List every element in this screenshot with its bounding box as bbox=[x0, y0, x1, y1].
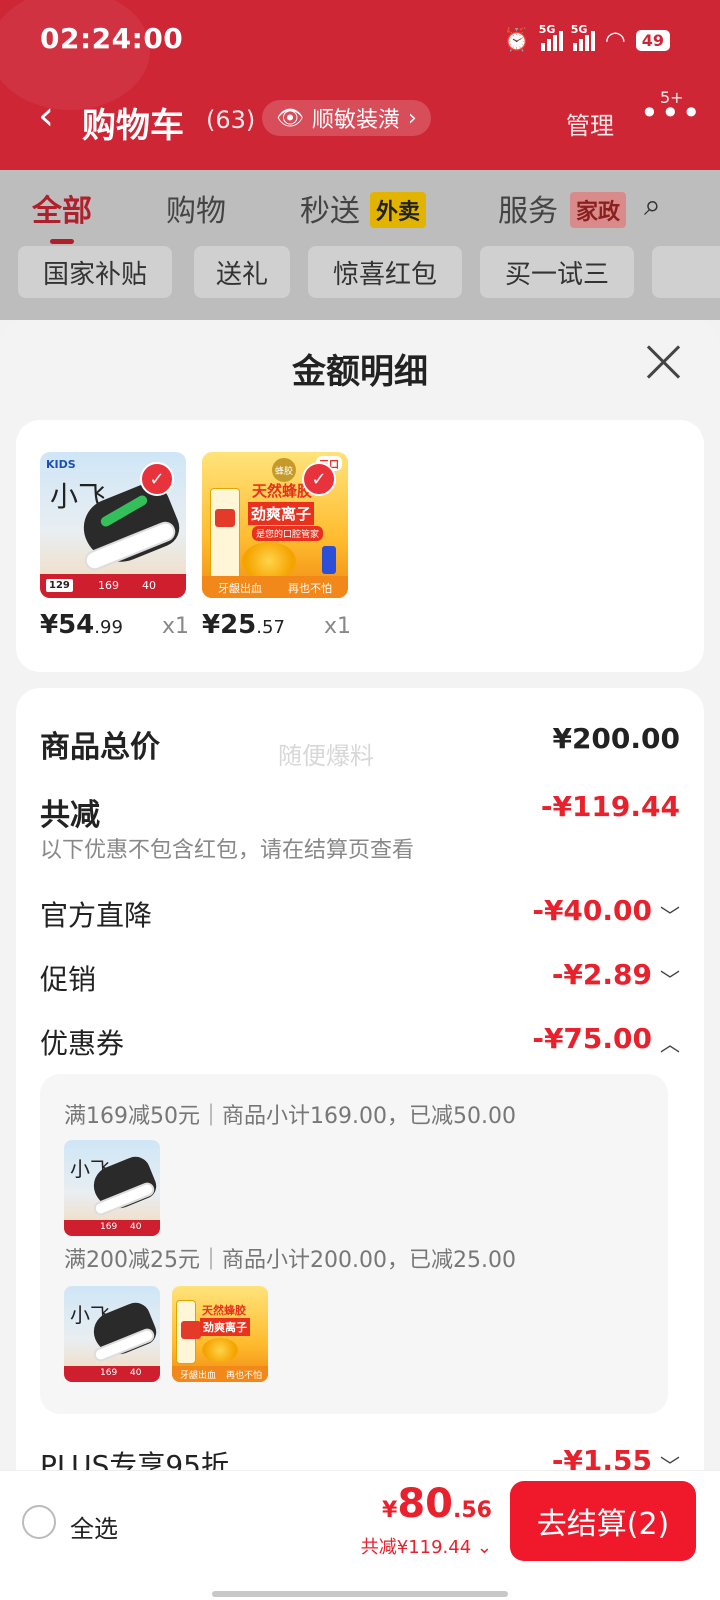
address-pill[interactable]: 👁 顺敏装潢 › bbox=[262, 100, 431, 136]
product-price-row: ¥54.99 x1 bbox=[40, 610, 210, 650]
chevron-down-icon: ﹀ bbox=[660, 968, 680, 992]
promo-line-2: 劲爽离子 bbox=[248, 502, 315, 525]
coupon-label: 优惠券 bbox=[40, 1027, 125, 1060]
select-all-label[interactable]: 全选 bbox=[70, 1509, 118, 1544]
promotion-row[interactable]: 促销 -¥2.89 ﹀ bbox=[40, 958, 680, 1002]
status-time: 02:24:00 bbox=[40, 22, 184, 55]
coupon-product-thumb: 天然蜂胶 劲爽离子 牙龈出血 再也不怕 bbox=[172, 1286, 268, 1382]
product-item[interactable]: 天然蜂胶 劲爽离子 是您的口腔管家 蜂胶 三口 牙龈出血 再也不怕 ✓ ¥25.… bbox=[202, 452, 351, 640]
tab-express[interactable]: 秒送 bbox=[300, 186, 360, 230]
product-qty: x1 bbox=[324, 614, 352, 639]
sheet-title: 金额明细 bbox=[292, 352, 428, 392]
coupon-detail-box: 满169减50元｜商品小计169.00，已减50.00 小飞 169 40 满20… bbox=[40, 1074, 668, 1414]
nav-bar: ‹ 购物车 (63) 👁 顺敏装潢 › 管理 ••• 5+ bbox=[0, 88, 720, 150]
product-price-row: ¥25.57 x1 bbox=[202, 610, 372, 650]
total-value: ¥200.00 bbox=[552, 722, 680, 755]
home-indicator bbox=[212, 1591, 508, 1597]
official-discount-label: 官方直降 bbox=[40, 899, 153, 932]
tab-shopping[interactable]: 购物 bbox=[166, 186, 226, 230]
checkout-bar: 全选 ¥80.56 共减¥119.44 ⌄ 去结算(2) bbox=[0, 1470, 720, 1600]
check-icon: ✓ bbox=[140, 462, 174, 496]
tab-row: 全部 购物 秒送 外卖 服务 家政 ⌕ bbox=[0, 186, 720, 244]
promotion-label: 促销 bbox=[40, 963, 97, 996]
tab-tag-takeout: 外卖 bbox=[370, 192, 427, 228]
discount-row: 共减 -¥119.44 bbox=[40, 790, 680, 834]
eye-icon: 👁 bbox=[276, 105, 304, 131]
address-label: 顺敏装潢 bbox=[311, 108, 400, 133]
saved-amount[interactable]: 共减¥119.44 ⌄ bbox=[361, 1533, 492, 1559]
header: 02:24:00 ⏰ 5G 5G ◠ 49 ‹ 购物车 (63) 👁 顺敏装潢 … bbox=[0, 0, 720, 170]
total-label: 商品总价 bbox=[40, 730, 160, 765]
chip-gift[interactable]: 送礼 bbox=[194, 246, 290, 298]
signal-icon-2: 5G bbox=[571, 23, 595, 51]
product-price: ¥25.57 bbox=[202, 610, 285, 640]
close-icon[interactable] bbox=[644, 342, 684, 382]
search-icon[interactable]: ⌕ bbox=[644, 188, 661, 223]
back-icon[interactable]: ‹ bbox=[38, 96, 54, 136]
official-discount-row[interactable]: 官方直降 -¥40.00 ﹀ bbox=[40, 894, 680, 938]
price-detail-card: 随便爆料 商品总价 ¥200.00 共减 -¥119.44 以下优惠不包含红包，… bbox=[16, 688, 704, 1600]
promo-strip: 牙龈出血 再也不怕 bbox=[202, 576, 348, 598]
chip-subsidy[interactable]: 国家补贴 bbox=[18, 246, 172, 298]
coupon-line: 满200减25元｜商品小计200.00，已减25.00 bbox=[64, 1248, 516, 1273]
signal-icon: 5G bbox=[539, 23, 563, 51]
battery-indicator: 49 bbox=[635, 29, 670, 51]
chevron-up-icon: ︿ bbox=[660, 1032, 680, 1056]
total-row: 商品总价 ¥200.00 bbox=[40, 722, 680, 766]
brand-logo: KIDS bbox=[46, 458, 76, 471]
discount-note: 以下优惠不包含红包，请在结算页查看 bbox=[40, 838, 415, 863]
total-price: ¥80.56 bbox=[382, 1481, 492, 1527]
product-card: KIDS 小飞 169 40 129 ✓ ¥54.99 x1 天然蜂胶 劲爽离子… bbox=[16, 420, 704, 672]
tube-shape bbox=[210, 488, 240, 584]
product-qty: x1 bbox=[162, 614, 190, 639]
coupon-product-thumb: 小飞 169 40 bbox=[64, 1286, 160, 1382]
coupon-row[interactable]: 优惠券 -¥75.00 ︿ bbox=[40, 1022, 680, 1066]
cart-count: (63) bbox=[206, 106, 256, 134]
discount-label: 共减 bbox=[40, 798, 100, 833]
tab-service[interactable]: 服务 bbox=[498, 186, 558, 230]
wifi-icon: ◠ bbox=[604, 26, 626, 54]
shoe-thumbnail: KIDS 小飞 169 40 129 ✓ bbox=[40, 452, 186, 598]
promo-line-3: 是您的口腔管家 bbox=[252, 526, 324, 541]
tab-area: 全部 购物 秒送 外卖 服务 家政 ⌕ 国家补贴 送礼 惊喜红包 买一试三 bbox=[0, 170, 720, 320]
chip-more[interactable] bbox=[652, 246, 720, 298]
filter-chips: 国家补贴 送礼 惊喜红包 买一试三 bbox=[18, 246, 720, 298]
status-bar: 02:24:00 ⏰ 5G 5G ◠ 49 bbox=[0, 0, 720, 80]
chevron-down-icon: ﹀ bbox=[660, 904, 680, 928]
tab-tag-housekeeping: 家政 bbox=[570, 192, 627, 228]
alarm-icon: ⏰ bbox=[503, 27, 531, 53]
checkout-button[interactable]: 去结算(2) bbox=[510, 1481, 696, 1561]
stamp-badge: 蜂胶 bbox=[272, 458, 296, 482]
chip-red-packet[interactable]: 惊喜红包 bbox=[308, 246, 462, 298]
amount-detail-sheet: 金额明细 KIDS 小飞 169 40 129 ✓ ¥54.99 x1 天然蜂胶… bbox=[0, 320, 720, 1600]
coupon-product-thumb: 小飞 169 40 bbox=[64, 1140, 160, 1236]
page-title: 购物车 bbox=[82, 106, 184, 146]
check-icon: ✓ bbox=[302, 462, 336, 496]
manage-button[interactable]: 管理 bbox=[566, 106, 614, 141]
discount-value: -¥119.44 bbox=[540, 790, 680, 823]
flower-graphic bbox=[242, 542, 296, 580]
coupon-line: 满169减50元｜商品小计169.00，已减50.00 bbox=[64, 1104, 516, 1129]
official-discount-value: -¥40.00 bbox=[532, 894, 652, 927]
product-item[interactable]: KIDS 小飞 169 40 129 ✓ ¥54.99 x1 bbox=[40, 452, 189, 640]
select-all-radio[interactable] bbox=[22, 1505, 56, 1539]
original-price-tag: 129 bbox=[46, 579, 73, 592]
status-icons: ⏰ 5G 5G ◠ 49 bbox=[503, 23, 670, 54]
chevron-right-icon: › bbox=[407, 105, 417, 131]
toothpaste-thumbnail: 天然蜂胶 劲爽离子 是您的口腔管家 蜂胶 三口 牙龈出血 再也不怕 ✓ bbox=[202, 452, 348, 598]
product-price: ¥54.99 bbox=[40, 610, 123, 640]
promotion-value: -¥2.89 bbox=[551, 958, 652, 991]
blue-box-graphic bbox=[322, 546, 336, 574]
coupon-value: -¥75.00 bbox=[532, 1022, 652, 1055]
chip-try-three[interactable]: 买一试三 bbox=[480, 246, 634, 298]
more-badge: 5+ bbox=[660, 88, 684, 107]
tab-all[interactable]: 全部 bbox=[32, 186, 92, 244]
